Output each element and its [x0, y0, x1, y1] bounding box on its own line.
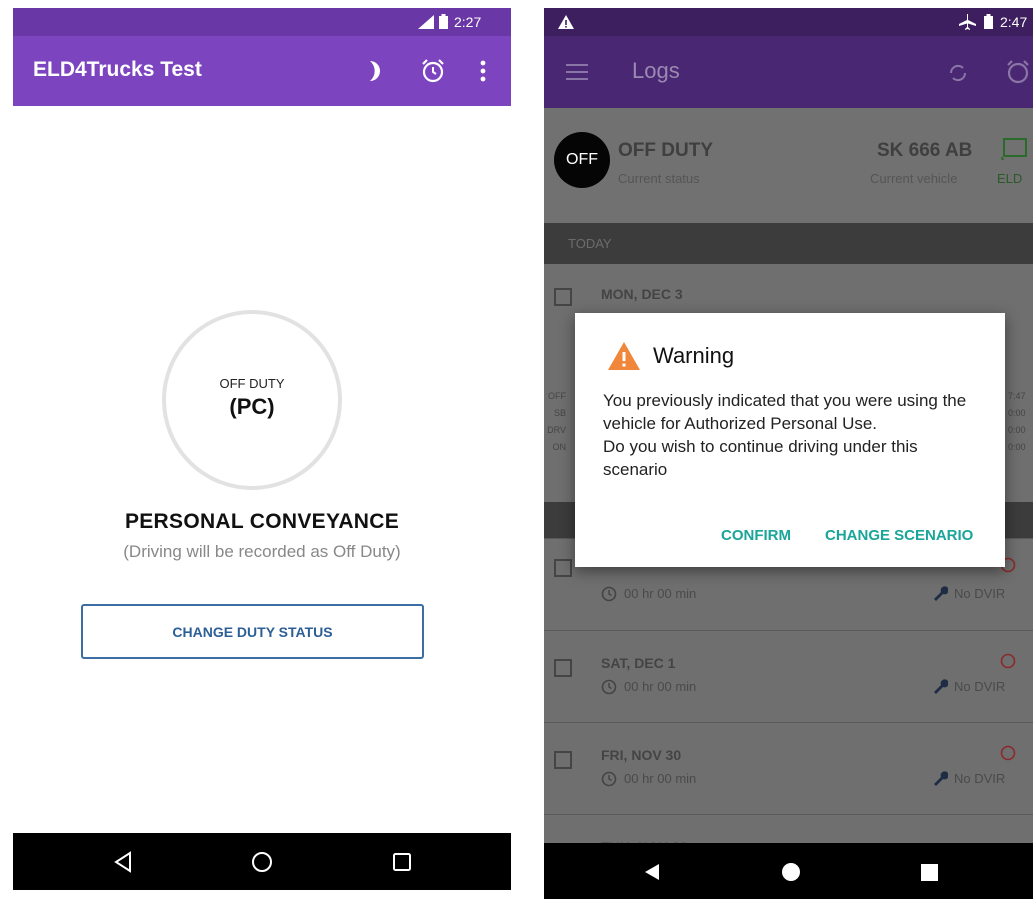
- confirm-button[interactable]: CONFIRM: [721, 527, 791, 544]
- day-hours: 00 hr 00 min: [624, 586, 697, 601]
- dialog-message-line2: Do you wish to continue driving under th…: [603, 437, 918, 479]
- alert-circle-icon: [1000, 745, 1016, 761]
- warning-dialog: Warning You previously indicated that yo…: [575, 313, 1005, 567]
- eld-label: ELD: [997, 171, 1023, 186]
- duty-codes: OFF SB DRV ON: [544, 388, 566, 456]
- left-phone-screen: 2:27 ELD4Trucks Test OFF DUTY (PC) PERSO…: [13, 8, 511, 890]
- change-scenario-button[interactable]: CHANGE SCENARIO: [825, 527, 973, 544]
- change-duty-status-label: CHANGE DUTY STATUS: [172, 623, 333, 640]
- battery-icon: [439, 14, 448, 29]
- code-off: OFF: [548, 391, 566, 401]
- code-on: ON: [552, 442, 567, 452]
- app-title: Logs: [632, 58, 680, 83]
- cast-icon: [1001, 138, 1027, 160]
- alarm-icon[interactable]: [420, 58, 446, 84]
- change-duty-status-button[interactable]: CHANGE DUTY STATUS: [81, 604, 424, 659]
- app-title: ELD4Trucks Test: [33, 58, 202, 81]
- conveyance-headline: PERSONAL CONVEYANCE: [124, 510, 400, 533]
- dvir-status: No DVIR: [954, 771, 1006, 786]
- alert-circle-icon: [1000, 653, 1016, 669]
- moon-icon[interactable]: [366, 60, 382, 82]
- clock-icon: [601, 771, 617, 787]
- more-vert-icon[interactable]: [480, 60, 486, 82]
- sync-icon[interactable]: [947, 63, 969, 83]
- clock-icon: [601, 679, 617, 695]
- status-time: 2:27: [454, 14, 482, 30]
- nav-bar: [13, 833, 511, 890]
- day-row[interactable]: SAT, DEC 1 00 hr 00 min No DVIR: [544, 630, 1033, 722]
- warning-icon: [608, 342, 640, 370]
- status-badge: OFF: [554, 132, 610, 188]
- day-row[interactable]: FRI, NOV 30 00 hr 00 min No DVIR: [544, 722, 1033, 814]
- home-icon[interactable]: [251, 851, 273, 873]
- current-status-value: OFF DUTY: [618, 140, 713, 161]
- day-hours: 00 hr 00 min: [624, 679, 697, 694]
- day-date: MON, DEC 3: [601, 286, 683, 302]
- home-icon[interactable]: [781, 862, 801, 882]
- time-off: 7:47: [1008, 391, 1026, 401]
- code-sb: SB: [553, 408, 566, 418]
- menu-icon[interactable]: [566, 63, 588, 81]
- dvir-status: No DVIR: [954, 586, 1006, 601]
- clock-icon: [601, 586, 617, 602]
- wrench-icon: [934, 586, 948, 601]
- day-checkbox[interactable]: [554, 288, 572, 306]
- conveyance-subtext: (Driving will be recorded as Off Duty): [123, 542, 401, 561]
- dialog-message: You previously indicated that you were u…: [603, 389, 983, 481]
- day-date: SAT, DEC 1: [601, 655, 676, 671]
- wrench-icon: [934, 679, 948, 694]
- back-icon[interactable]: [644, 863, 660, 881]
- wrench-icon: [934, 771, 948, 786]
- current-status-caption: Current status: [618, 171, 700, 186]
- status-bar: 2:27: [13, 8, 511, 36]
- right-phone-screen: 2:47 Logs OFF OFF DUTY Current status SK…: [544, 8, 1033, 899]
- today-label: TODAY: [568, 236, 612, 251]
- current-status-panel: OFF OFF DUTY Current status SK 666 AB Cu…: [544, 108, 1033, 223]
- day-hours: 00 hr 00 min: [624, 771, 697, 786]
- time-drv: 0:00: [1008, 425, 1026, 435]
- recents-icon[interactable]: [393, 853, 411, 871]
- status-time: 2:47: [1000, 14, 1028, 30]
- dialog-message-line1: You previously indicated that you were u…: [603, 391, 967, 433]
- alert-icon: [558, 15, 574, 29]
- time-on: 0:00: [1008, 442, 1026, 452]
- code-drv: DRV: [547, 425, 566, 435]
- status-bar: 2:47: [544, 8, 1033, 36]
- signal-icon: [418, 15, 434, 29]
- current-vehicle-caption: Current vehicle: [870, 171, 958, 186]
- today-section-header: TODAY: [544, 223, 1033, 264]
- day-checkbox[interactable]: [554, 751, 572, 769]
- nav-bar: [544, 843, 1033, 899]
- alarm-icon[interactable]: [1005, 59, 1031, 85]
- circle-status-code: (PC): [229, 394, 275, 419]
- dialog-title: Warning: [653, 343, 735, 368]
- circle-status-label: OFF DUTY: [219, 376, 285, 391]
- status-badge-text: OFF: [566, 151, 598, 168]
- day-checkbox[interactable]: [554, 559, 572, 577]
- airplane-icon: [959, 14, 976, 30]
- duty-times: 7:47 0:00 0:00 0:00: [1008, 388, 1033, 456]
- app-bar: ELD4Trucks Test: [13, 36, 511, 106]
- battery-icon: [984, 14, 993, 29]
- duty-status-circle: OFF DUTY (PC): [162, 310, 342, 490]
- day-checkbox[interactable]: [554, 659, 572, 677]
- current-vehicle-value: SK 666 AB: [877, 140, 973, 161]
- app-bar: Logs: [544, 36, 1033, 108]
- back-icon[interactable]: [113, 851, 133, 873]
- time-sb: 0:00: [1008, 408, 1026, 418]
- dvir-status: No DVIR: [954, 679, 1006, 694]
- day-date: FRI, NOV 30: [601, 747, 682, 763]
- recents-icon[interactable]: [921, 864, 938, 881]
